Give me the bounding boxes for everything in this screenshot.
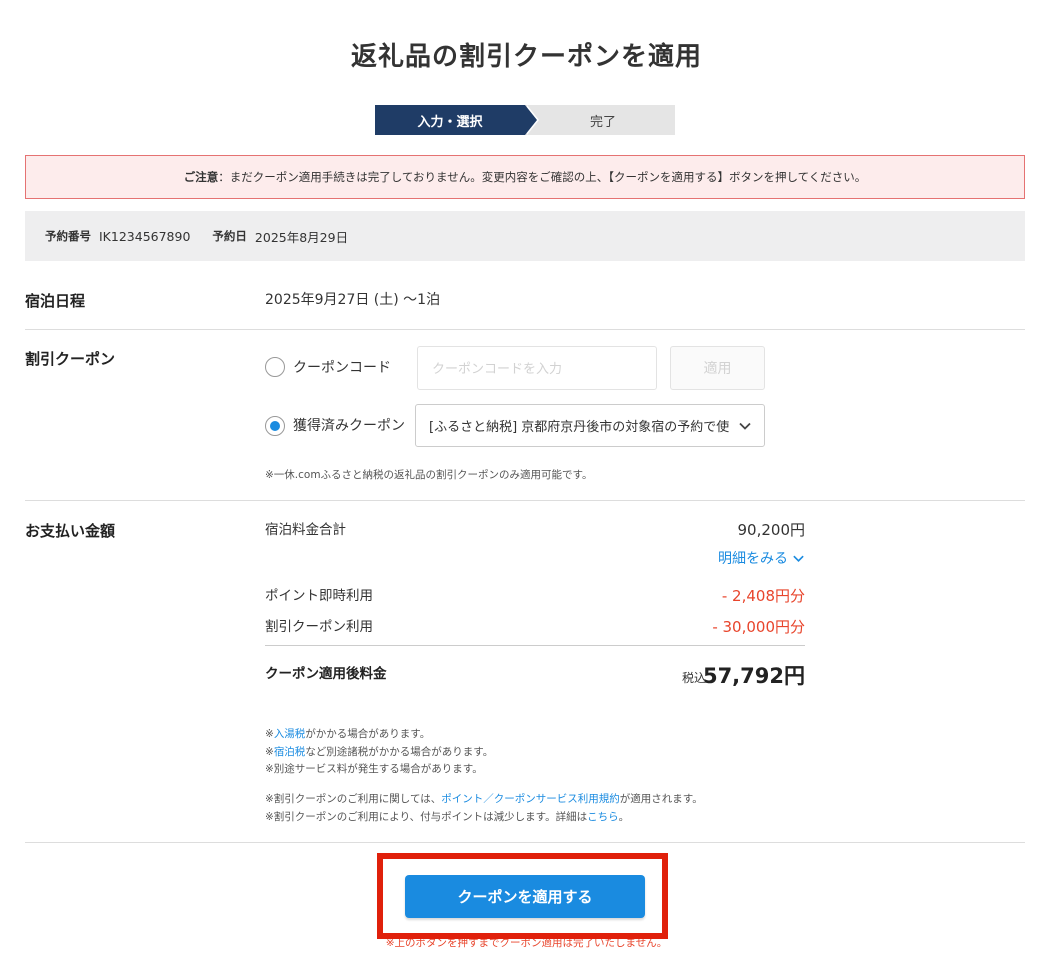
note-line: ※宿泊税など別途諸税がかかる場合があります。	[265, 744, 493, 762]
note-text: がかかる場合があります。	[305, 728, 431, 740]
note-text: が適用されます。	[619, 793, 703, 805]
accommodation-tax-link[interactable]: 宿泊税	[274, 746, 306, 758]
points-usage-label: ポイント即時利用	[265, 588, 373, 604]
coupon-code-input[interactable]	[417, 346, 657, 390]
note-prefix: ※	[265, 745, 274, 758]
reservation-date-label: 予約日	[212, 229, 247, 243]
stay-schedule-label: 宿泊日程	[25, 292, 86, 310]
reservation-number: IK1234567890	[99, 228, 191, 244]
total-after-coupon-value: 57,792円	[702, 664, 805, 688]
discount-coupon-label: 割引クーポン	[25, 350, 116, 368]
note-prefix: ※	[265, 728, 274, 740]
coupon-note: ※一休.comふるさと納税の返礼品の割引クーポンのみ適用可能です。	[265, 469, 593, 481]
coupon-code-option-label[interactable]: クーポンコード	[293, 357, 391, 377]
selected-coupon-text: [ふるさと納税] 京都府京丹後市の対象宿の予約で使	[429, 420, 730, 435]
acquired-coupon-option-label[interactable]: 獲得済みクーポン	[293, 415, 405, 435]
reservation-date: 2025年8月29日	[254, 229, 349, 245]
note-text: など別途諸税がかかる場合があります。	[305, 745, 494, 758]
notice-label: ご注意	[183, 170, 219, 184]
subtotal-label: 宿泊料金合計	[265, 522, 346, 538]
notice-banner: ご注意 ：まだクーポン適用手続きは完了しておりません。変更内容をご確認の上、【ク…	[25, 155, 1025, 199]
detail-link-label[interactable]: 明細をみる	[718, 548, 788, 568]
reservation-info-bar: 予約番号 IK1234567890 予約日 2025年8月29日	[25, 211, 1025, 261]
step-input-select: 入力・選択	[375, 105, 539, 135]
step-complete: 完了	[525, 105, 675, 135]
points-usage-value: - 2,408円分	[721, 587, 805, 605]
stay-schedule-value: 2025年9月27日 (土) 〜1泊	[265, 292, 441, 308]
note-text: 。	[618, 810, 630, 823]
apply-code-button[interactable]: 適用	[670, 346, 765, 390]
detail-link[interactable]: 明細をみる	[718, 548, 805, 568]
total-after-coupon-label: クーポン適用後料金	[265, 666, 387, 682]
details-here-link[interactable]: こちら	[587, 811, 619, 823]
coupon-code-radio[interactable]	[265, 357, 285, 377]
divider	[25, 842, 1025, 843]
coupon-usage-label: 割引クーポン利用	[265, 619, 373, 635]
note-text: ※割引クーポンのご利用により、付与ポイントは減少します。詳細は	[265, 810, 588, 823]
payment-amount-label: お支払い金額	[25, 522, 116, 540]
tax-notes: ※入湯税がかかる場合があります。 ※宿泊税など別途諸税がかかる場合があります。 …	[265, 726, 493, 779]
divider	[25, 329, 1025, 330]
chevron-down-icon	[793, 555, 804, 562]
terms-link[interactable]: ポイント／クーポンサービス利用規約	[441, 793, 620, 805]
page-title: 返礼品の割引クーポンを適用	[350, 42, 702, 72]
divider	[25, 500, 1025, 501]
coupon-usage-value: - 30,000円分	[712, 618, 805, 636]
note-line: ※入湯税がかかる場合があります。	[265, 726, 493, 744]
total-divider	[265, 645, 805, 646]
note-text: ※割引クーポンのご利用に関しては、	[265, 793, 442, 805]
note-line: ※割引クーポンのご利用により、付与ポイントは減少します。詳細はこちら。	[265, 809, 703, 827]
acquired-coupon-radio[interactable]	[265, 416, 285, 436]
subtotal-value: 90,200円	[737, 521, 806, 539]
notice-text: ：まだクーポン適用手続きは完了しておりません。変更内容をご確認の上、【クーポンを…	[218, 170, 867, 184]
progress-steps: 入力・選択 完了	[375, 105, 675, 135]
chevron-down-icon	[739, 422, 751, 430]
coupon-terms-notes: ※割引クーポンのご利用に関しては、ポイント／クーポンサービス利用規約が適用されま…	[265, 791, 703, 826]
note-line: ※別途サービス料が発生する場合があります。	[265, 763, 483, 775]
acquired-coupon-select[interactable]: [ふるさと納税] 京都府京丹後市の対象宿の予約で使	[415, 404, 765, 447]
bathing-tax-link[interactable]: 入湯税	[274, 728, 306, 740]
highlight-frame	[377, 853, 668, 939]
reservation-number-label: 予約番号	[45, 229, 91, 243]
note-line: ※割引クーポンのご利用に関しては、ポイント／クーポンサービス利用規約が適用されま…	[265, 791, 703, 809]
